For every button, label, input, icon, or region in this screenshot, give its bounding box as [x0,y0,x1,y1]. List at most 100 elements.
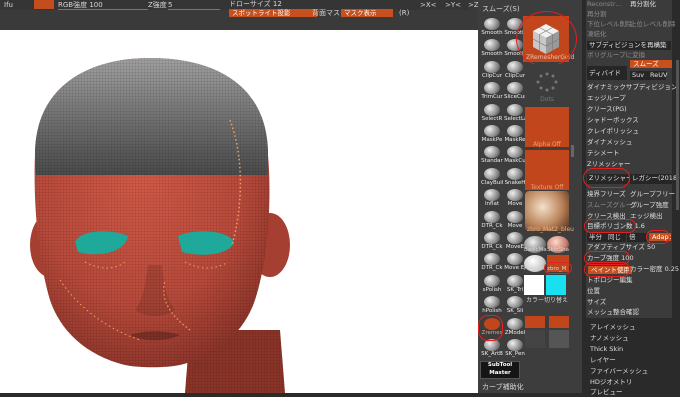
viewport-canvas[interactable] [0,30,478,393]
edge-detect[interactable]: エッジ検出 [630,212,663,221]
convert-polygroup-button[interactable]: ポリグループに変換 [587,51,645,60]
brush-button[interactable]: SK_Tri [504,274,526,295]
brush-button[interactable]: Move El [504,252,526,273]
x-sym-toggle[interactable]: >X< [420,2,437,9]
brush-button[interactable]: Smooth [481,17,503,38]
brush-button[interactable]: Move [504,210,526,231]
alpha-off-label: Alpha Off [533,141,561,148]
panel-scrollbar[interactable] [676,60,679,210]
hd-geometry[interactable]: HDジオメトリ [590,378,632,387]
dynamesh[interactable]: ダイナメッシュ [587,138,632,147]
panel-top-row-2[interactable]: 下位レベル削除 [587,20,633,29]
group-free[interactable]: グループフリー [630,190,675,199]
brush-button[interactable]: MaskCu [504,145,526,166]
panel-top-row-4[interactable]: 凍結化 [587,30,607,39]
suv-toggle[interactable]: Suv [630,71,648,80]
group-intensity[interactable]: グループ強度 [630,201,669,210]
dynamic-subdivision[interactable]: ダイナミックサブディビジョン [587,83,677,92]
clay-polish[interactable]: クレイポリッシュ [587,127,639,136]
brush-icon [507,339,523,351]
divide-button[interactable]: ディバイド [587,66,627,80]
color-density[interactable]: カラー密度 0.25 [630,265,679,274]
same-button[interactable]: 同じ [606,233,626,242]
brush-icon [484,60,500,73]
brush-button[interactable]: ClipCur [504,60,526,81]
crease-pg[interactable]: クリース(PG) [587,105,627,114]
tessimate[interactable]: テシメート [587,149,620,158]
brush-button[interactable]: SnakeH [504,167,526,188]
brush-icon [507,253,523,266]
nano-mesh[interactable]: ナノメッシュ [590,334,629,343]
half-button[interactable]: 半分 [587,233,607,242]
brush-button[interactable]: MaskRe [504,124,526,145]
brush-button[interactable]: Inflat [481,188,503,209]
brush-button[interactable]: MaskPe [481,124,503,145]
brush-label: ClipCur [482,72,502,79]
secondary-color-swatch[interactable] [546,275,566,295]
redivide-label[interactable]: 再分割化 [630,0,656,9]
layers[interactable]: レイヤー [590,356,616,365]
highlight-oval-zremesher-brush [478,315,503,341]
topology-edit[interactable]: トポロジー編集 [587,276,633,285]
brush-button[interactable]: Move [504,188,526,209]
brush-button[interactable]: SelectR [481,103,503,124]
palette-scroll-handle[interactable] [571,145,574,157]
fiber-mesh[interactable]: ファイバーメッシュ [590,367,648,376]
brush-button[interactable]: ZModel [504,317,526,338]
panel-top-row-3[interactable]: 上位レベル削除 [630,20,676,29]
z-intensity-label[interactable]: Z強度 [148,2,167,9]
keep-groups[interactable]: 境界フリーズ [587,190,626,199]
rgb-slider[interactable] [58,9,148,10]
brush-label: DTR_Ck [481,265,503,272]
mask-display-button[interactable]: マスク表示 [341,9,393,17]
brush-button[interactable]: DTR_Ck [481,231,503,252]
size-section[interactable]: サイズ [587,298,606,307]
mesh-integrity[interactable]: メッシュ整合確認 [587,308,639,317]
rgb-intensity-label[interactable]: RGB強度 100 [58,2,103,9]
orange-swatch-small[interactable] [525,316,545,328]
brush-button[interactable]: hPolish [481,295,503,316]
shadowbox[interactable]: シャドーボックス [587,116,639,125]
brush-button[interactable]: Smooth [481,38,503,59]
arrow-thumb[interactable] [549,330,569,348]
brush-button[interactable]: SliceCur [504,81,526,102]
color-switch-button[interactable]: カラー切り替え [526,298,568,304]
brush-button[interactable]: SK_Pen [504,338,526,359]
z-slider[interactable] [168,9,220,10]
position-section[interactable]: 位置 [587,287,600,296]
brush-button[interactable]: MoveE [504,231,526,252]
orange-swatch-small-2[interactable] [549,316,569,328]
thick-skin[interactable]: Thick Skin [590,345,623,354]
draw-size-label[interactable]: ドローサイズ 12 [229,1,282,8]
brush-button[interactable]: ClayBuil [481,167,503,188]
brush-button[interactable]: SK_ArtB [481,338,503,359]
brush-icon [484,167,500,180]
spotlight-button[interactable]: スポットライト投影 [229,9,317,17]
rgb-swatch[interactable] [34,0,54,9]
panel-top-row-1[interactable]: 再分割 [587,10,607,19]
smooth-toggle[interactable]: スムーズ [630,60,672,68]
rebuild-subdivision-button[interactable]: サブディビジョンを再構築 [587,41,671,50]
y-sym-toggle[interactable]: >Y< [445,2,461,9]
brush-button[interactable]: Standar [481,145,503,166]
legacy-2018-button[interactable]: レガシー(2018) [630,174,680,184]
brush-button[interactable]: SelectLa [504,103,526,124]
brush-button[interactable]: ClipCur [481,60,503,81]
reuv-toggle[interactable]: ReUV [648,71,667,80]
brush-button[interactable]: SK_Sli [504,295,526,316]
edge-loop[interactable]: エッジループ [587,94,626,103]
brush-button[interactable]: TrimCur [481,81,503,102]
material-thumb[interactable] [525,191,569,231]
highlight-oval-target [584,219,636,233]
brush-button[interactable]: DTR_Ck [481,210,503,231]
brush-button[interactable]: sPolish [481,274,503,295]
subtool-master-button[interactable]: SubTool Master [480,361,520,379]
panel-top-row-0[interactable]: Reconstr… [587,0,622,9]
brush-button[interactable]: DTR_Ck [481,252,503,273]
grid-thumb[interactable] [525,330,545,348]
main-color-swatch[interactable] [524,275,544,295]
double-button[interactable]: 倍 [627,233,647,242]
subtool-master-label: SubTool Master [487,362,513,376]
brush-icon [507,125,523,137]
array-mesh[interactable]: アレイメッシュ [590,323,636,332]
